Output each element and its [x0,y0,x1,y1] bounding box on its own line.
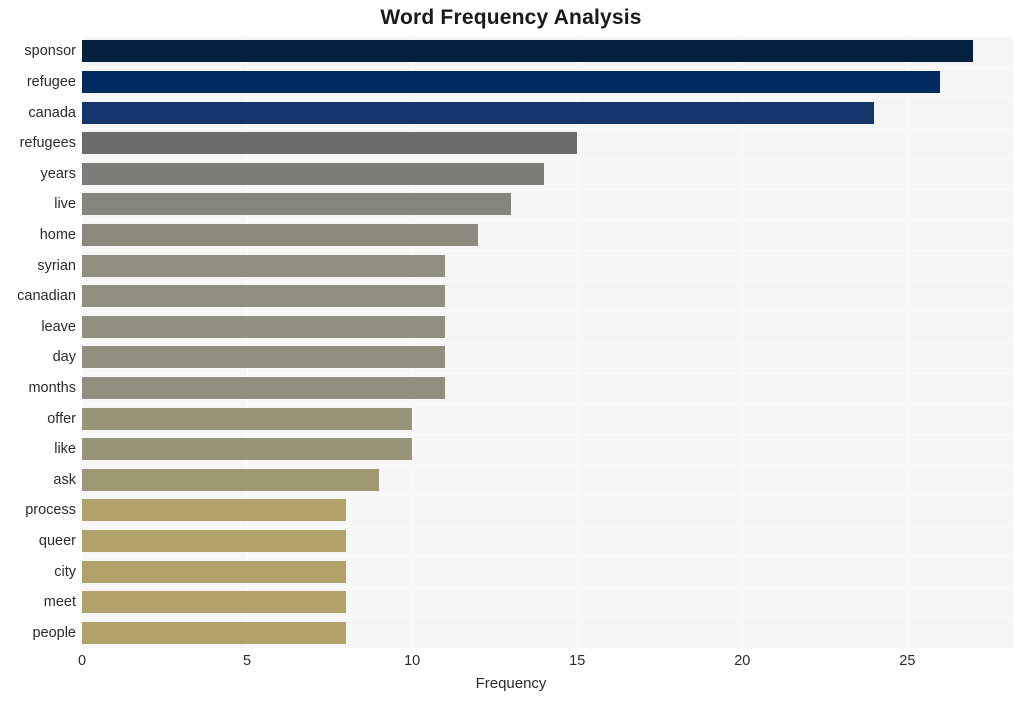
bar[interactable] [82,40,974,63]
bar[interactable] [82,438,413,461]
x-axis-tick-label: 10 [404,653,421,669]
y-axis-tick-label: home [39,226,76,243]
bar[interactable] [82,560,347,583]
page-title: Word Frequency Analysis [380,6,642,29]
y-axis-tick-labels: sponsor refugee canada refugees years live hom… [0,36,76,648]
bar[interactable] [82,315,446,338]
y-axis-tick-label: refugees [19,135,76,152]
bar[interactable] [82,346,446,369]
bar[interactable] [82,407,413,430]
gridline-horizontal [82,648,1013,649]
bar-series [82,36,1013,648]
y-axis-tick-label: refugee [26,73,76,90]
y-axis-tick-label: leave [41,318,76,335]
y-axis-tick-label: canadian [17,288,76,305]
x-axis-tick-label: 25 [899,653,916,669]
bar[interactable] [82,285,446,308]
bar[interactable] [82,621,347,644]
bar[interactable] [82,70,941,93]
y-axis-tick-label: sponsor [24,43,76,60]
y-axis-tick-label: like [54,441,76,458]
y-axis-tick-label: live [54,196,76,213]
x-axis-tick-label: 5 [243,653,252,669]
x-axis-tick-labels: 0 5 10 15 20 25 [0,652,1022,676]
bar[interactable] [82,254,446,277]
bar[interactable] [82,468,380,491]
y-axis-tick-label: day [52,349,76,366]
bar[interactable] [82,529,347,552]
y-axis-tick-label: process [25,502,76,519]
x-axis-tick-label: 15 [569,653,586,669]
bar[interactable] [82,591,347,614]
y-axis-tick-label: months [28,379,76,396]
y-axis-tick-label: years [40,165,76,182]
bar[interactable] [82,376,446,399]
x-axis-tick-label: 0 [77,653,87,669]
bar[interactable] [82,193,512,216]
y-axis-tick-label: offer [47,410,76,427]
bar[interactable] [82,499,347,522]
y-axis-tick-label: city [54,563,76,580]
y-axis-tick-label: syrian [37,257,76,274]
x-axis-title: Frequency [475,675,547,692]
bar[interactable] [82,162,545,185]
y-axis-tick-label: meet [43,594,76,611]
y-axis-tick-label: people [32,624,76,641]
chart-figure: Word Frequency Analysis sponsor refugee ca… [0,0,1022,701]
bar[interactable] [82,101,875,124]
y-axis-tick-label: canada [28,104,76,121]
bar[interactable] [82,223,479,246]
y-axis-tick-label: queer [38,532,76,549]
x-axis-tick-label: 20 [734,653,751,669]
plot-area [82,36,1013,649]
y-axis-tick-label: ask [53,471,76,488]
bar[interactable] [82,132,578,155]
